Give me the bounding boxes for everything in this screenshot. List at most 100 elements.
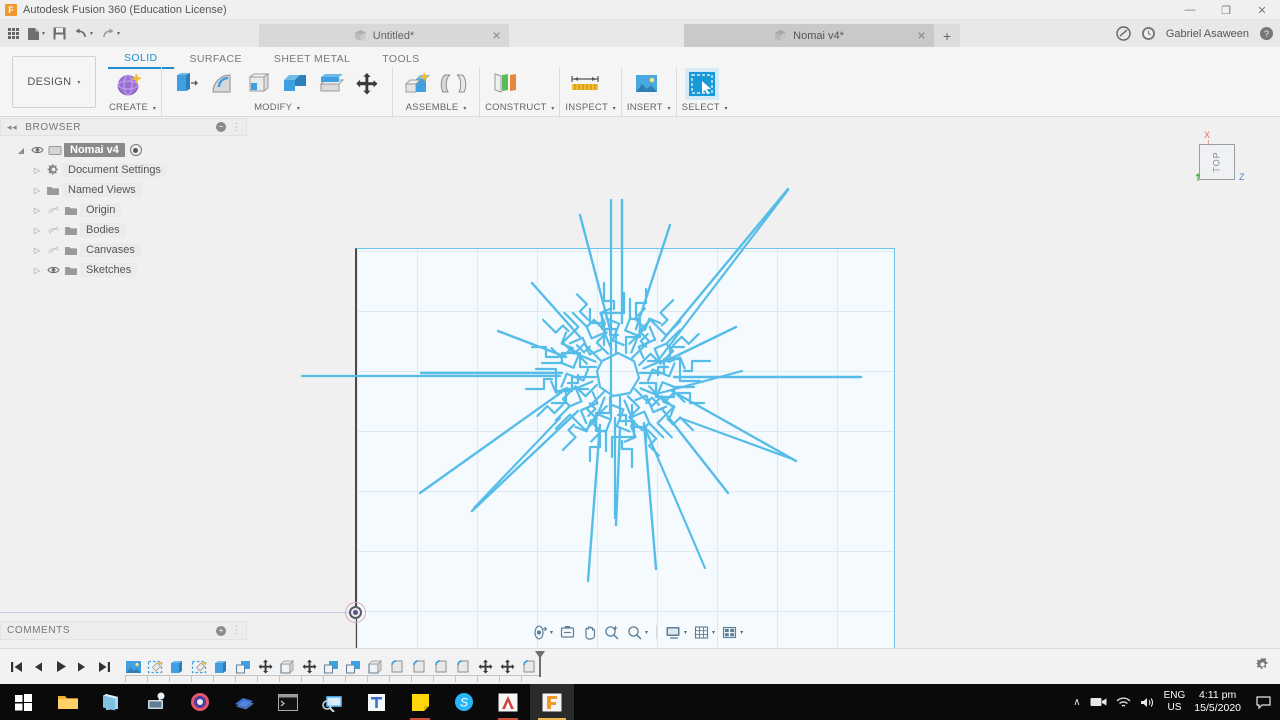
comments-grip-icon[interactable]: ⋮	[231, 625, 242, 636]
tab-sheet-metal[interactable]: SHEET METAL	[258, 49, 366, 69]
eye-hidden-icon[interactable]	[44, 225, 62, 235]
notifications-icon[interactable]	[1141, 26, 1156, 41]
tray-overflow-icon[interactable]: ∧	[1073, 697, 1080, 708]
camera-icon[interactable]	[1090, 696, 1107, 708]
clock[interactable]: 4:11 pm 15/5/2020	[1194, 689, 1241, 715]
tab-tools[interactable]: TOOLS	[366, 49, 435, 69]
revolve-icon[interactable]	[206, 68, 240, 100]
action-center-icon[interactable]	[1250, 695, 1276, 709]
undo-icon[interactable]: ▾	[70, 23, 97, 45]
minimize-button[interactable]: —	[1172, 0, 1208, 20]
tree-item-origin[interactable]: ▷ Origin	[0, 200, 255, 220]
jump-end-icon[interactable]	[94, 656, 114, 678]
eye-hidden-icon[interactable]	[44, 205, 62, 215]
shell-icon[interactable]	[278, 68, 312, 100]
orbit-caret[interactable]: ▾	[550, 629, 553, 636]
tree-item-nomai-v4[interactable]: ◢ Nomai v4	[0, 140, 255, 160]
taskbar-terminal-icon[interactable]	[266, 684, 310, 720]
offset-plane-icon[interactable]	[488, 68, 522, 100]
step-forward-icon[interactable]	[72, 656, 92, 678]
windows-start-icon[interactable]	[0, 684, 46, 720]
help-icon[interactable]: ?	[1259, 26, 1274, 41]
apps-grid-icon[interactable]	[4, 23, 23, 45]
comments-add-icon[interactable]: +	[216, 625, 227, 636]
panel-modify-label[interactable]: MODIFY	[254, 102, 292, 113]
language-indicator[interactable]: ENG US	[1164, 690, 1186, 714]
close-button[interactable]: ✕	[1244, 0, 1280, 20]
taskbar-fusion360-icon[interactable]	[530, 684, 574, 720]
select-window-icon[interactable]	[684, 68, 719, 100]
document-tab-untitled[interactable]: Untitled* ✕	[259, 24, 510, 47]
extrude-icon[interactable]	[170, 68, 204, 100]
origin-point[interactable]	[349, 606, 362, 619]
display-settings-icon[interactable]: ▾	[662, 621, 690, 643]
expand-arrow-icon[interactable]: ▷	[30, 226, 44, 235]
viewports-icon[interactable]: ▾	[719, 621, 746, 643]
panel-construct-label[interactable]: CONSTRUCT	[485, 102, 546, 113]
taskbar-notes-icon[interactable]	[398, 684, 442, 720]
eye-visible-icon[interactable]	[28, 145, 46, 155]
tab-surface[interactable]: SURFACE	[174, 49, 258, 69]
panel-select-label[interactable]: SELECT	[682, 102, 720, 113]
document-tab-nomai-v4[interactable]: Nomai v4* ✕	[684, 24, 935, 47]
expand-arrow-icon[interactable]: ▷	[30, 166, 44, 175]
press-pull-icon[interactable]	[314, 68, 348, 100]
document-tab-close-icon[interactable]: ✕	[492, 29, 501, 42]
grid-caret[interactable]: ▾	[712, 629, 715, 636]
taskbar-file-explorer-icon[interactable]	[46, 684, 90, 720]
zoom-icon[interactable]	[601, 621, 623, 643]
file-icon[interactable]: ▾	[23, 23, 49, 45]
expand-arrow-icon[interactable]: ▷	[30, 246, 44, 255]
new-tab-button[interactable]: +	[934, 24, 961, 47]
fillet-icon[interactable]	[242, 68, 276, 100]
expand-arrow-icon[interactable]: ▷	[30, 206, 44, 215]
orbit-icon[interactable]: ▾	[528, 621, 556, 643]
jump-start-icon[interactable]	[6, 656, 26, 678]
browser-grip-icon[interactable]: ⋮	[231, 122, 242, 133]
browser-collapse-icon[interactable]: ◂◂	[7, 122, 17, 133]
new-component-icon[interactable]	[401, 68, 435, 100]
taskbar-remote-desktop-icon[interactable]	[310, 684, 354, 720]
view-cube[interactable]: X TOP Z	[1182, 130, 1252, 196]
browser-settings-icon[interactable]: −	[216, 122, 227, 132]
expand-arrow-icon[interactable]: ◢	[14, 146, 28, 155]
design-workspace-button[interactable]: DESIGN ▾	[12, 56, 96, 108]
tab-solid[interactable]: SOLID	[108, 49, 174, 69]
document-tab-close-icon[interactable]: ✕	[917, 29, 926, 42]
save-icon[interactable]	[49, 23, 70, 45]
tree-item-document-settings[interactable]: ▷ Document Settings	[0, 160, 255, 180]
panel-assemble-label[interactable]: ASSEMBLE	[406, 102, 459, 113]
taskbar-browser-icon[interactable]	[178, 684, 222, 720]
pan-icon[interactable]	[579, 621, 600, 643]
panel-inspect-label[interactable]: INSPECT	[565, 102, 607, 113]
timeline-settings-icon[interactable]	[1255, 657, 1270, 677]
account-username[interactable]: Gabriel Asaween	[1166, 28, 1249, 40]
eye-visible-icon[interactable]	[44, 265, 62, 275]
wifi-icon[interactable]	[1116, 696, 1131, 709]
tree-item-canvases[interactable]: ▷ Canvases	[0, 240, 255, 260]
step-back-icon[interactable]	[28, 656, 48, 678]
taskbar-skype-icon[interactable]: S	[442, 684, 486, 720]
eye-hidden-icon[interactable]	[44, 245, 62, 255]
volume-icon[interactable]	[1140, 696, 1155, 709]
timeline-track[interactable]	[125, 674, 540, 682]
taskbar-teamviewer-icon[interactable]	[134, 684, 178, 720]
tree-item-named-views[interactable]: ▷ Named Views	[0, 180, 255, 200]
component-activate-radio[interactable]	[129, 144, 142, 156]
taskbar-teams-icon[interactable]	[354, 684, 398, 720]
create-sketch-icon[interactable]	[112, 68, 146, 100]
tree-item-bodies[interactable]: ▷ Bodies	[0, 220, 255, 240]
move-copy-icon[interactable]	[350, 68, 384, 100]
viewports-caret[interactable]: ▾	[740, 629, 743, 636]
panel-insert-label[interactable]: INSERT	[627, 102, 663, 113]
expand-arrow-icon[interactable]: ▷	[30, 266, 44, 275]
panel-create-label[interactable]: CREATE	[109, 102, 148, 113]
expand-arrow-icon[interactable]: ▷	[30, 186, 44, 195]
fit-caret[interactable]: ▾	[645, 629, 648, 636]
viewcube-top-face[interactable]: TOP	[1199, 144, 1235, 180]
look-at-icon[interactable]	[557, 621, 578, 643]
taskbar-cad-app-icon[interactable]	[222, 684, 266, 720]
fit-icon[interactable]: ▾	[624, 621, 651, 643]
taskbar-store-icon[interactable]	[90, 684, 134, 720]
maximize-button[interactable]: ❐	[1208, 0, 1244, 20]
